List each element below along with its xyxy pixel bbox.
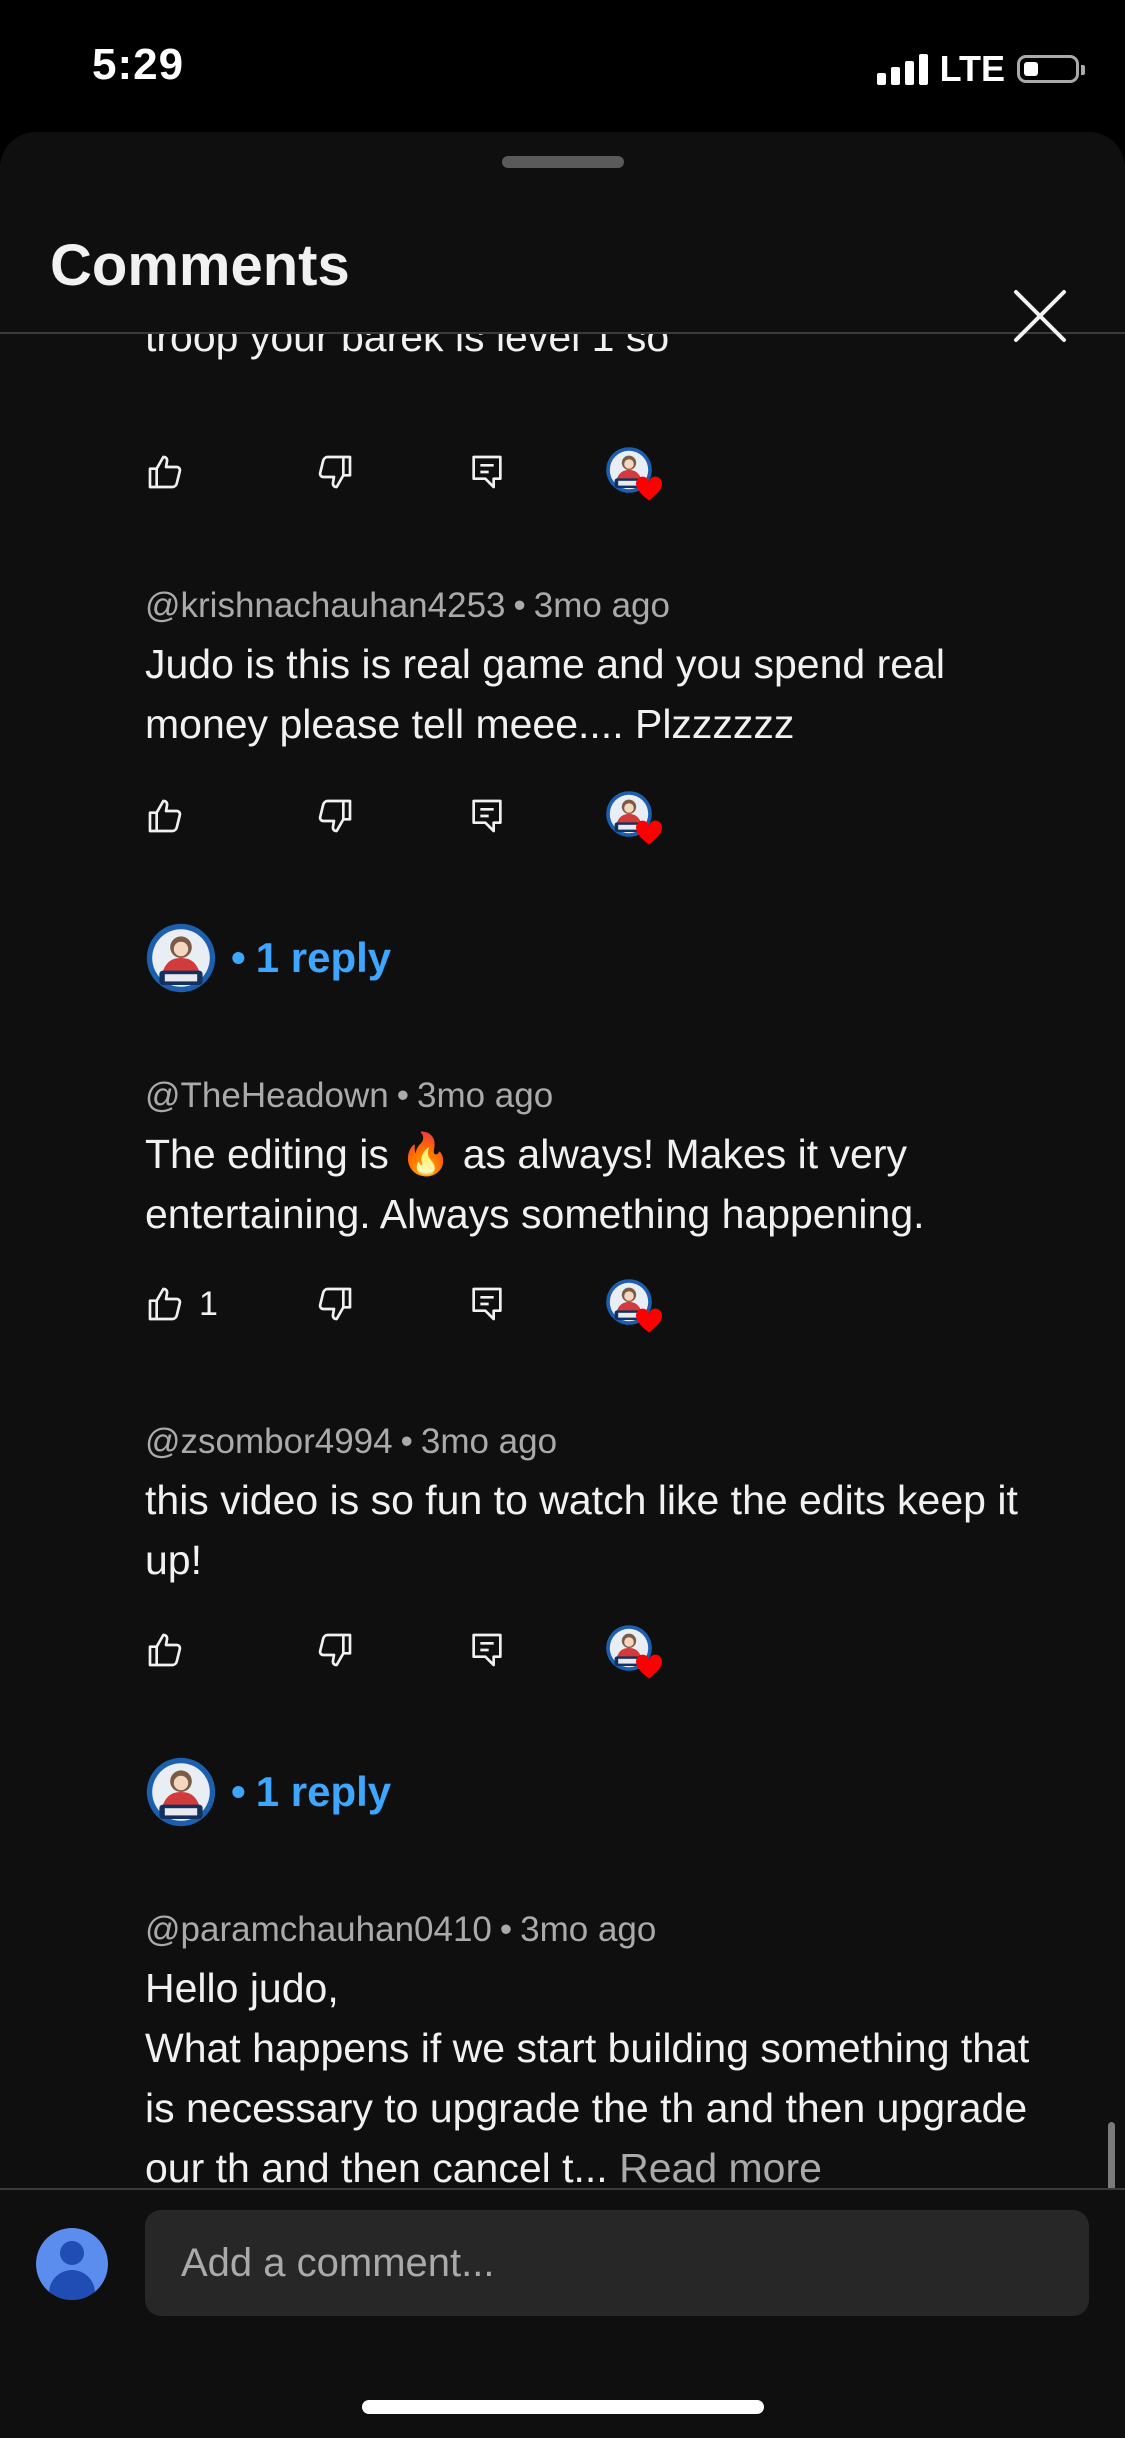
sheet-title: Comments [50,233,350,298]
network-label: LTE [939,48,1005,89]
dislike-button[interactable] [315,1620,355,1680]
status-bar: 5:29 LTE [0,0,1125,132]
comment-author[interactable]: @krishnachauhan4253 [145,586,506,625]
like-count: 1 [199,1284,218,1323]
reply-icon [467,452,507,492]
view-replies-button[interactable]: • 1 reply [145,1754,391,1830]
comment-composer [0,2188,1125,2438]
like-icon [145,796,185,836]
like-button[interactable] [145,786,199,846]
status-indicators: LTE [876,48,1085,90]
comment-text-line: Hello judo, [145,1965,339,2011]
like-icon [145,1284,185,1324]
dislike-icon [315,1284,355,1324]
comment-time: 3mo ago [533,586,670,625]
comment-meta: @krishnachauhan4253 • 3mo ago [145,586,670,625]
reply-dot: • [231,934,246,981]
reply-button[interactable] [467,1620,507,1680]
heart-icon [635,1308,663,1334]
comment-text: troop your barek is level 1 so [145,334,670,360]
dislike-button[interactable] [315,786,355,846]
home-indicator[interactable] [362,2400,764,2414]
fire-emoji: 🔥 [400,1131,452,1177]
comment-item: @paramchauhan0410 • 3mo ago Hello judo, Wh… [145,1910,1045,2188]
like-button[interactable]: 1 [145,1274,218,1334]
comment-author[interactable]: @TheHeadown [145,1076,389,1115]
add-comment-input[interactable] [145,2210,1089,2316]
comment-text: The editing is 🔥 as always! Makes it ver… [145,1124,1045,1244]
comment-author[interactable]: @paramchauhan0410 [145,1910,492,1949]
sheet-drag-handle[interactable] [502,156,624,168]
dislike-icon [315,1630,355,1670]
comment-time: 3mo ago [520,1910,657,1949]
comment-author[interactable]: @zsombor4994 [145,1422,393,1461]
comment-meta: @paramchauhan0410 • 3mo ago [145,1910,657,1949]
read-more-link[interactable]: Read more [619,2145,822,2188]
user-avatar-icon[interactable] [36,2228,108,2300]
like-button[interactable] [145,1620,199,1680]
comment-item: @krishnachauhan4253 • 3mo ago Judo is this… [145,586,1045,754]
heart-icon [635,820,663,846]
comment-text-start: The editing is [145,1131,401,1177]
view-replies-button[interactable]: • 1 reply [145,920,391,996]
like-button[interactable] [145,442,199,502]
creator-heart-badge [605,1278,669,1336]
status-time: 5:29 [92,40,185,89]
comment-meta: @zsombor4994 • 3mo ago [145,1422,558,1461]
reply-button[interactable] [467,786,507,846]
reply-icon [467,796,507,836]
like-icon [145,452,185,492]
dislike-button[interactable] [315,442,355,502]
reply-count: 1 reply [255,934,392,981]
dislike-icon [315,452,355,492]
comment-item: @zsombor4994 • 3mo ago this video is so fu… [145,1422,1045,1590]
comment-text: Hello judo, What happens if we start bui… [145,1958,1045,2188]
comment-item: troop your barek is level 1 so [145,334,1045,367]
sheet-header: Comments [0,192,1125,342]
like-icon [145,1630,185,1670]
reply-count: 1 reply [255,1768,392,1815]
dislike-button[interactable] [315,1274,355,1334]
comment-list[interactable]: troop your barek is level 1 so @krishnac… [0,334,1125,2188]
creator-avatar-icon [145,922,217,994]
reply-button[interactable] [467,442,507,502]
reply-icon [467,1630,507,1670]
creator-heart-badge [605,1624,669,1682]
comments-sheet: Comments troop your barek is level 1 so [0,132,1125,2436]
creator-heart-badge [605,790,669,848]
comment-actions: 1 [145,1274,745,1334]
comment-time: 3mo ago [416,1076,554,1115]
comment-text: this video is so fun to watch like the e… [145,1477,1018,1583]
comment-time: 3mo ago [420,1422,558,1461]
comment-actions [145,442,745,502]
heart-icon [635,476,663,502]
creator-heart-badge [605,446,669,504]
comment-actions [145,786,745,846]
comment-text: Judo is this is real game and you spend … [145,641,945,747]
comment-item: @TheHeadown • 3mo ago The editing is 🔥 as … [145,1076,1045,1244]
reply-dot: • [231,1768,246,1815]
heart-icon [635,1654,663,1680]
comment-text-body: What happens if we start building someth… [145,2025,1030,2188]
battery-icon [1017,55,1085,83]
comment-actions [145,1620,745,1680]
comment-meta: @TheHeadown • 3mo ago [145,1076,554,1115]
dislike-icon [315,796,355,836]
creator-avatar-icon [145,1756,217,1828]
signal-icon [876,53,928,85]
reply-button[interactable] [467,1274,507,1334]
reply-icon [467,1284,507,1324]
